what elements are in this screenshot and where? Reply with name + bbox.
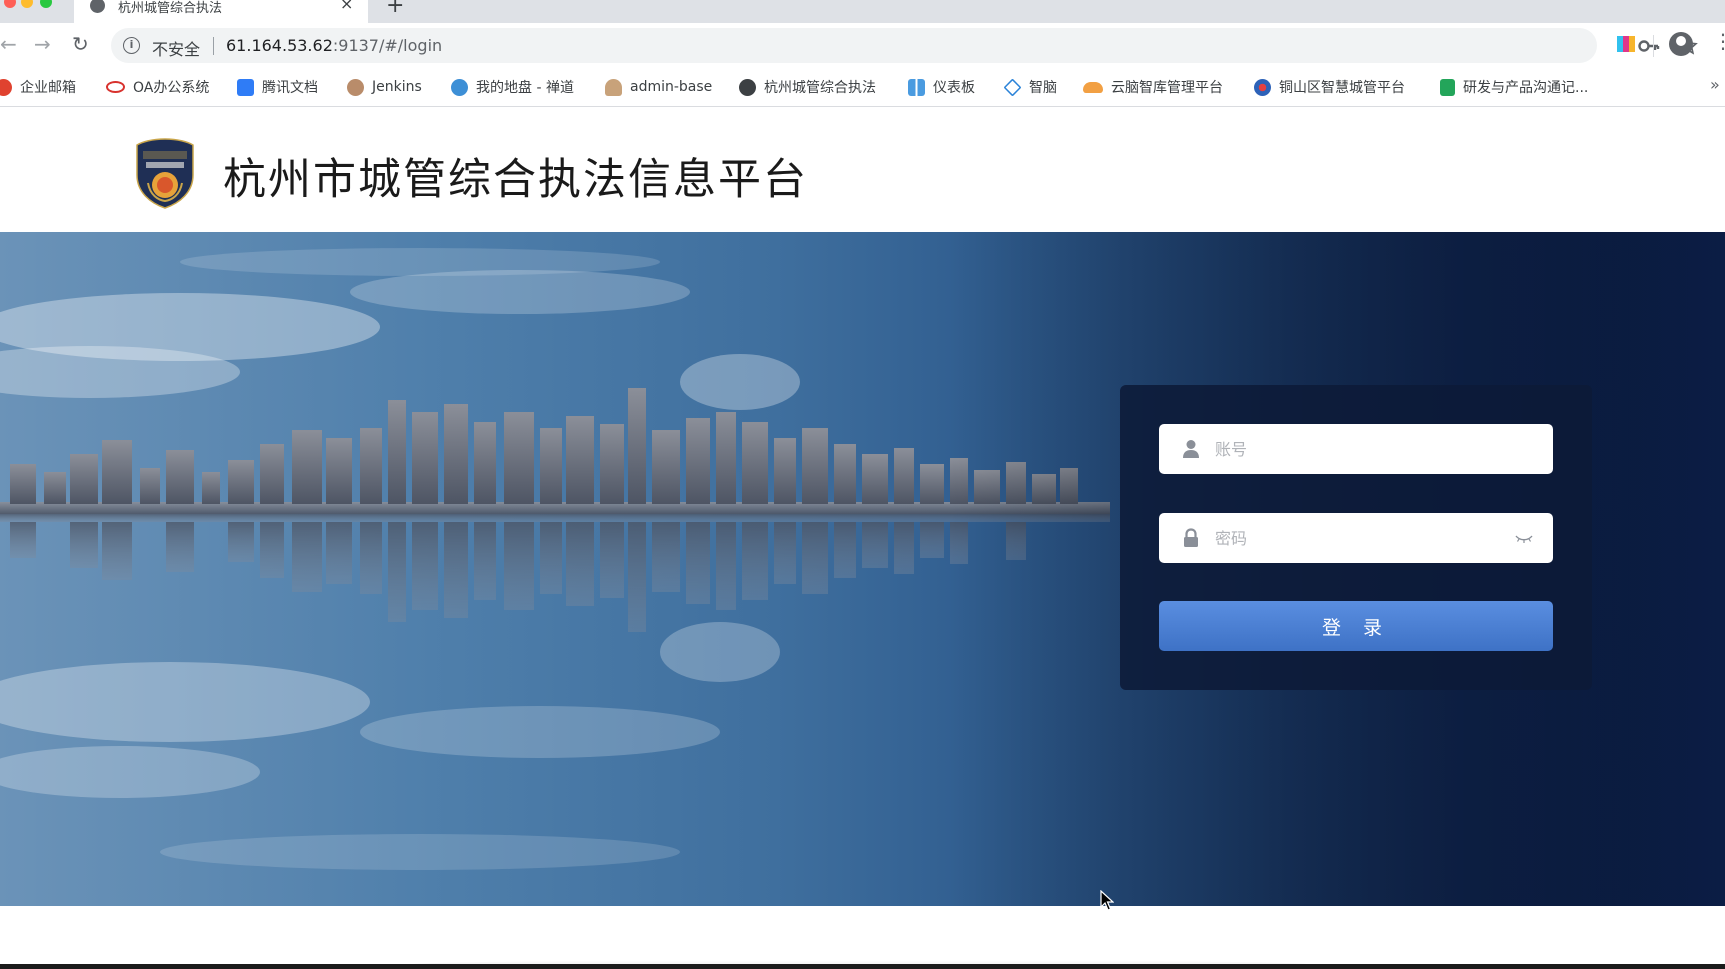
bookmark-label: 我的地盘 - 禅道 [476,80,574,96]
bookmark-label: Jenkins [372,79,422,95]
bookmarks-bar: 企业邮箱 OA办公系统 腾讯文档 Jenkins 我的地盘 - 禅道 admin… [0,69,1725,107]
bookmark-label: admin-base [630,79,713,95]
back-arrow-icon[interactable]: ← [0,32,17,56]
bookmark-label: 智脑 [1029,80,1057,96]
bookmark-label: 腾讯文档 [262,80,318,96]
cloud-icon [1083,81,1103,93]
mouse-pointer-icon [1100,890,1114,911]
bookmark-item[interactable]: 云脑智库管理平台 [1083,77,1223,97]
forward-arrow-icon[interactable]: → [34,32,51,56]
bookmark-label: OA办公系统 [133,80,210,96]
password-input[interactable] [1215,513,1515,563]
badge-icon [1254,78,1271,96]
bookmark-item[interactable]: 仪表板 [908,77,975,97]
bookmark-label: 铜山区智慧城管平台 [1279,80,1405,96]
globe-icon [90,0,105,13]
bookmark-label: 杭州城管综合执法 [764,80,876,96]
key-icon[interactable] [1638,37,1660,55]
admin-icon [605,78,622,96]
browser-tab-active[interactable]: 杭州城管综合执法 × [74,0,368,23]
info-icon[interactable]: i [123,37,140,54]
toolbar-divider [1653,35,1654,57]
page-footer [0,906,1725,969]
window-minimize-icon[interactable] [21,0,33,8]
url-host: 61.164.53.62 [226,36,333,55]
bookmark-item[interactable]: 杭州城管综合执法 [739,77,876,97]
page-header: 杭州市城管综合执法信息平台 [0,107,1725,232]
page-title: 杭州市城管综合执法信息平台 [223,155,808,205]
extension-icon[interactable] [1617,36,1635,52]
security-status[interactable]: 不安全 [152,36,200,60]
url-divider [213,37,214,55]
bookmark-label: 仪表板 [933,80,975,96]
bookmark-item[interactable]: admin-base [605,77,712,97]
browser-menu-icon[interactable]: ⋮ [1713,31,1725,51]
bookmark-item[interactable]: 智脑 [1003,77,1057,97]
window-close-icon[interactable] [4,0,16,8]
city-management-emblem [136,138,194,209]
lock-icon [1184,528,1198,547]
bookmark-label: 研发与产品沟通记... [1463,80,1589,96]
bookmark-item[interactable]: 我的地盘 - 禅道 [451,77,574,97]
url-path: :9137/#/login [332,36,443,55]
bookmark-label: 云脑智库管理平台 [1111,80,1223,96]
mail-icon [0,78,12,96]
browser-toolbar: ← → ↻ i 不安全 61.164.53.62:9137/#/login ⋮ [0,23,1725,69]
bookmark-item[interactable]: 企业邮箱 [0,77,76,97]
tab-title: 杭州城管综合执法 [118,1,223,16]
new-tab-icon[interactable]: + [386,0,404,18]
reload-icon[interactable]: ↻ [72,32,89,56]
login-button[interactable]: 登 录 [1159,601,1553,651]
user-icon [1183,440,1199,458]
globe-icon [739,78,756,96]
dashboard-icon [908,78,925,96]
tab-close-icon[interactable]: × [340,0,353,13]
bookmark-item[interactable]: 腾讯文档 [237,77,318,97]
url-text[interactable]: 61.164.53.62:9137/#/login [226,36,442,55]
bookmark-label: 企业邮箱 [20,80,76,96]
account-field[interactable] [1159,424,1553,474]
tencent-docs-icon [237,78,254,96]
jenkins-icon [347,78,364,96]
bookmark-item[interactable]: 铜山区智慧城管平台 [1254,77,1405,97]
bookmarks-overflow-icon[interactable]: » [1710,75,1720,94]
bookmark-item[interactable]: Jenkins [347,77,422,97]
oa-icon [106,81,125,93]
address-bar[interactable]: i 不安全 61.164.53.62:9137/#/login [111,28,1698,63]
password-field[interactable] [1159,513,1553,563]
bookmark-item[interactable]: OA办公系统 [106,77,209,97]
eye-closed-icon[interactable] [1514,533,1534,545]
window-bottom-edge [0,964,1725,969]
account-input[interactable] [1215,424,1515,474]
profile-avatar-icon[interactable] [1669,32,1693,56]
login-panel: 登 录 [1120,385,1592,690]
zentao-icon [451,78,468,96]
sheet-icon [1440,78,1455,96]
diamond-icon [1003,77,1022,97]
bookmark-item[interactable]: 研发与产品沟通记... [1440,77,1588,97]
browser-tab-strip: 杭州城管综合执法 × + [0,0,1725,23]
window-zoom-icon[interactable] [40,0,52,8]
